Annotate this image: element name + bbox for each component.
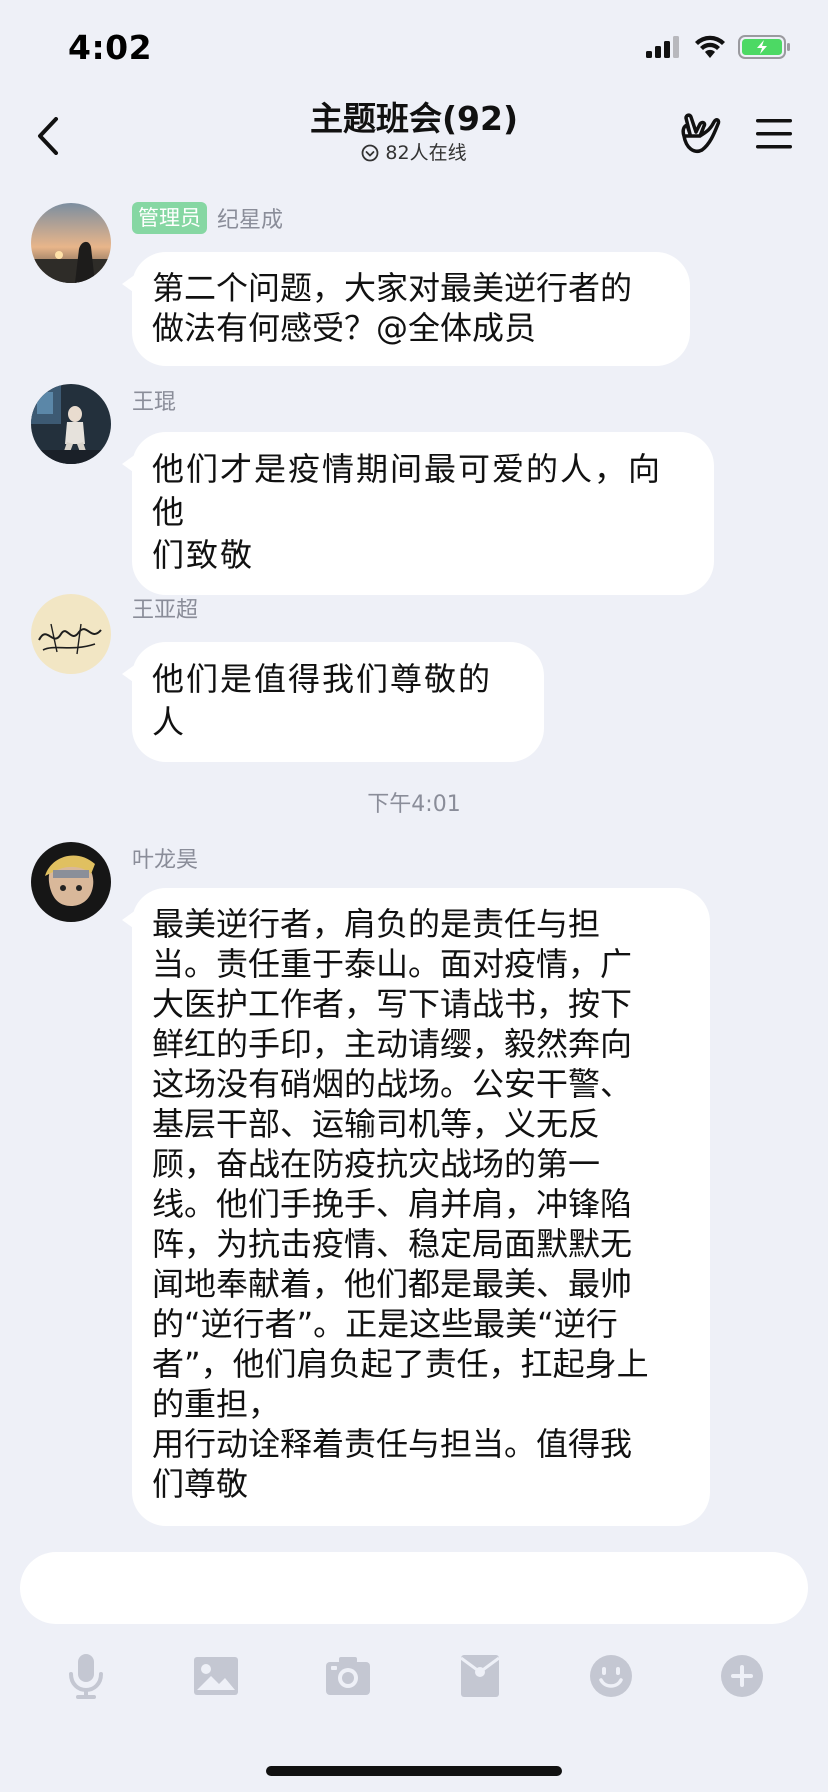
message-bubble[interactable]: 他们才是疫情期间最可爱的人，向他 们致敬 (122, 432, 714, 595)
chat-list[interactable]: 管理员 纪星成 第二个问题，大家对最美逆行者的 做法有何感受？@全体成员 王琨 … (0, 176, 828, 1536)
message-line: 最美逆行者，肩负的是责任与担 (152, 905, 601, 943)
message-line: 顾，奋战在防疫抗灾战场的第一 (152, 1145, 601, 1183)
emoji-icon (590, 1655, 632, 1697)
shortcut-button[interactable] (676, 110, 724, 158)
avatar[interactable] (31, 203, 111, 283)
nav-bar: 主题班会(92) 82人在线 (0, 96, 828, 176)
message-line: 这场没有硝烟的战场。公安干警、 (152, 1065, 633, 1103)
message-bubble[interactable]: 最美逆行者，肩负的是责任与担 当。责任重于泰山。面对疫情，广 大医护工作者，写下… (122, 888, 710, 1526)
sender-name: 王琨 (132, 390, 177, 415)
status-bar: 4:02 (0, 0, 828, 100)
online-check-icon (362, 144, 379, 162)
message-line: 的重担， (152, 1385, 281, 1423)
sender-line: 叶龙昊 (132, 842, 198, 874)
hand-gesture-icon (681, 113, 721, 153)
message-line: 当。责任重于泰山。面对疫情，广 (152, 945, 633, 983)
message-line: 线。他们手挽手、肩并肩，冲锋陷 (152, 1185, 633, 1223)
avatar-image (31, 842, 111, 922)
timestamp: 下午4:01 (367, 792, 461, 817)
album-button[interactable] (188, 1648, 244, 1704)
avatar-image (31, 594, 111, 674)
avatar[interactable] (31, 594, 111, 674)
microphone-icon (69, 1654, 103, 1699)
online-count: 82人在线 (385, 142, 467, 164)
plus-icon (721, 1655, 763, 1697)
wifi-icon (695, 35, 725, 58)
sender-name: 王亚超 (132, 598, 199, 623)
emoji-button[interactable] (583, 1648, 639, 1704)
message-input[interactable] (20, 1552, 808, 1624)
input-area (0, 1536, 828, 1792)
message-line: 们致敬 (152, 536, 255, 574)
status-time: 4:02 (68, 28, 153, 67)
message-bubble[interactable]: 第二个问题，大家对最美逆行者的 做法有何感受？@全体成员 (122, 252, 690, 366)
message-line: 基层干部、运输司机等，义无反 (152, 1105, 601, 1143)
message-line: 阵，为抗击疫情、稳定局面默默无 (152, 1225, 633, 1263)
red-packet-icon (460, 1655, 500, 1697)
image-icon (194, 1657, 238, 1695)
message-line: 的“逆行者”。正是这些最美“逆行 (152, 1305, 618, 1343)
status-icons (646, 34, 792, 60)
home-indicator[interactable] (266, 1766, 562, 1776)
message-line: 们尊敬 (152, 1465, 249, 1503)
message-line: 大医护工作者，写下请战书，按下 (152, 985, 633, 1023)
admin-badge: 管理员 (132, 202, 207, 234)
sender-name: 纪星成 (217, 208, 284, 233)
message-bubble[interactable]: 他们是值得我们尊敬的人 (122, 642, 544, 762)
message-line: 鲜红的手印，主动请缨，毅然奔向 (152, 1025, 633, 1063)
red-packet-button[interactable] (452, 1648, 508, 1704)
message-line: 他们才是疫情期间最可爱的人，向他 (152, 450, 663, 531)
battery-icon (738, 35, 790, 59)
camera-button[interactable] (320, 1648, 376, 1704)
sender-name: 叶龙昊 (132, 848, 199, 873)
voice-button[interactable] (58, 1648, 114, 1704)
menu-button[interactable] (754, 116, 794, 152)
avatar[interactable] (31, 842, 111, 922)
message-line: 者”，他们肩负起了责任，扛起身上 (152, 1345, 649, 1383)
chat-screen: 4:02 主题班会(92) 82人在线 管理员 纪星成 第二个问题，大家对最美逆… (0, 0, 828, 1792)
message-line: 第二个问题，大家对最美逆行者的 (152, 269, 633, 307)
sender-line: 王琨 (132, 384, 176, 416)
avatar-image (31, 384, 111, 464)
signal-icon (646, 36, 679, 58)
camera-icon (326, 1657, 370, 1695)
input-toolbar (0, 1648, 828, 1718)
message-line: 做法有何感受？@全体成员 (152, 309, 537, 347)
online-status: 82人在线 (361, 140, 467, 166)
hamburger-icon (756, 119, 792, 149)
more-button[interactable] (714, 1648, 770, 1704)
avatar-image (31, 203, 111, 283)
avatar[interactable] (31, 384, 111, 464)
sender-line: 管理员 纪星成 (132, 202, 283, 234)
message-line: 他们是值得我们尊敬的人 (152, 660, 493, 741)
message-line: 闻地奉献着，他们都是最美、最帅 (152, 1265, 633, 1303)
message-line: 用行动诠释着责任与担当。值得我 (152, 1425, 633, 1463)
sender-line: 王亚超 (132, 592, 198, 624)
